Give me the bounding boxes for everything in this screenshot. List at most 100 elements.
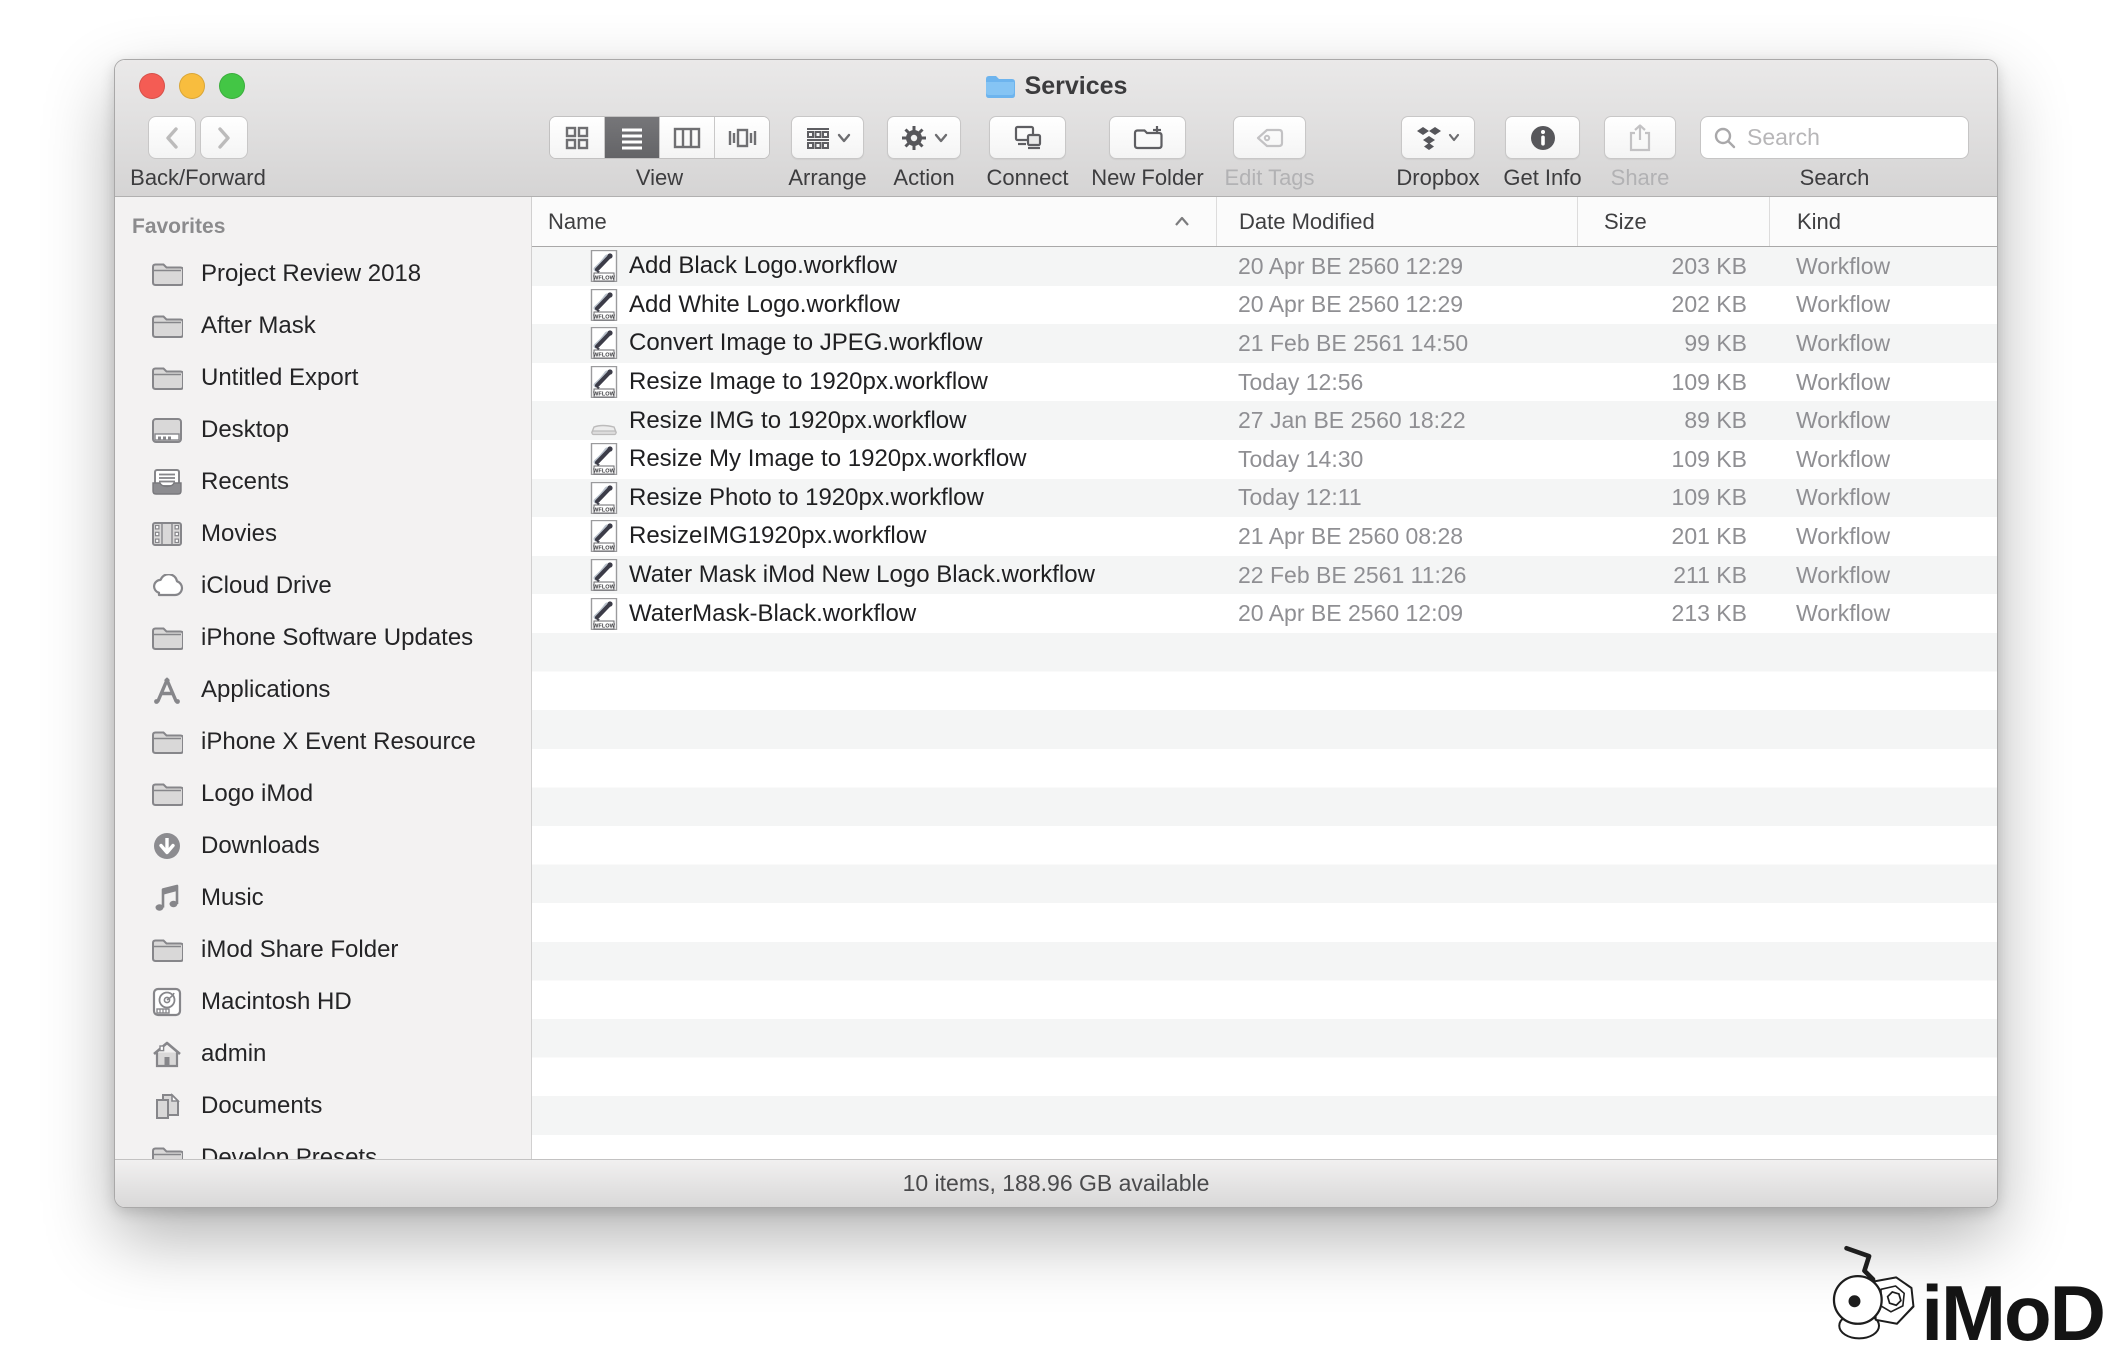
coverflow-view-button[interactable]	[714, 117, 769, 158]
sidebar-item[interactable]: Applications	[115, 664, 531, 716]
back-button[interactable]	[148, 116, 196, 159]
imod-mascot-icon	[1828, 1212, 1927, 1364]
get-info-control: Get Info	[1505, 116, 1580, 159]
sidebar-item[interactable]: After Mask	[115, 300, 531, 352]
file-size: 213 KB	[1577, 600, 1769, 627]
sidebar-item[interactable]: Documents	[115, 1080, 531, 1132]
file-row[interactable]: WFLOWResize My Image to 1920px.workflowT…	[532, 440, 1997, 479]
sidebar-item-label: iPhone Software Updates	[201, 624, 473, 652]
edit-tags-button[interactable]	[1233, 116, 1306, 159]
sidebar-item-label: Recents	[201, 468, 289, 496]
flat-document-icon	[590, 405, 618, 437]
documents-icon	[149, 1089, 185, 1123]
column-header-name[interactable]: Name	[532, 197, 1216, 246]
file-kind: Workflow	[1769, 253, 1997, 280]
file-kind: Workflow	[1769, 484, 1997, 511]
icloud-icon	[149, 569, 185, 603]
finder-window: Services Back/Forward	[114, 59, 1998, 1208]
sidebar-item[interactable]: admin	[115, 1028, 531, 1080]
sidebar-item[interactable]: Desktop	[115, 404, 531, 456]
folder-icon	[149, 777, 185, 811]
svg-text:WFLOW: WFLOW	[593, 546, 615, 552]
sidebar-item[interactable]: Downloads	[115, 820, 531, 872]
file-row[interactable]: WFLOWConvert Image to JPEG.workflow21 Fe…	[532, 324, 1997, 363]
home-icon	[149, 1037, 185, 1071]
imod-logo-text: iMoD	[1921, 1274, 2104, 1352]
file-row[interactable]: Resize IMG to 1920px.workflow27 Jan BE 2…	[532, 401, 1997, 440]
file-name: Resize Image to 1920px.workflow	[629, 368, 988, 396]
desktop-icon	[149, 413, 185, 447]
sidebar-item[interactable]: Logo iMod	[115, 768, 531, 820]
file-size: 109 KB	[1577, 446, 1769, 473]
sidebar-item-label: Music	[201, 884, 264, 912]
window-chrome[interactable]: Services Back/Forward	[115, 60, 1997, 197]
arrange-button[interactable]	[791, 116, 864, 159]
file-row[interactable]: WFLOWWater Mask iMod New Logo Black.work…	[532, 556, 1997, 595]
file-size: 99 KB	[1577, 330, 1769, 357]
workflow-file-icon: WFLOW	[590, 598, 618, 630]
folder-icon	[149, 1141, 185, 1159]
sidebar-item[interactable]: Recents	[115, 456, 531, 508]
file-row[interactable]: WFLOWAdd Black Logo.workflow20 Apr BE 25…	[532, 247, 1997, 286]
column-view-button[interactable]	[659, 117, 714, 158]
forward-button[interactable]	[200, 116, 248, 159]
sidebar-item[interactable]: Untitled Export	[115, 352, 531, 404]
chevron-left-icon	[163, 126, 181, 150]
sidebar-item[interactable]: iPhone Software Updates	[115, 612, 531, 664]
svg-text:WFLOW: WFLOW	[593, 469, 615, 475]
file-kind: Workflow	[1769, 407, 1997, 434]
search-input[interactable]	[1745, 123, 1956, 152]
file-row[interactable]: WFLOWResize Image to 1920px.workflowToda…	[532, 363, 1997, 402]
file-rows: WFLOW Add Black Logo.workflow 20 Apr BE 25…	[532, 247, 1997, 1159]
file-row[interactable]: WFLOWResize Photo to 1920px.workflowToda…	[532, 479, 1997, 518]
connect-button[interactable]	[989, 116, 1066, 159]
get-info-button[interactable]	[1505, 116, 1580, 159]
action-label: Action	[893, 165, 954, 191]
gear-icon	[900, 124, 928, 152]
dropbox-button[interactable]	[1401, 116, 1475, 159]
file-size: 211 KB	[1577, 562, 1769, 589]
file-name: Resize Photo to 1920px.workflow	[629, 484, 984, 512]
connect-label: Connect	[987, 165, 1069, 191]
downloads-icon	[149, 829, 185, 863]
svg-text:WFLOW: WFLOW	[593, 353, 615, 359]
arrange-control: Arrange	[791, 116, 864, 159]
share-button[interactable]	[1604, 116, 1676, 159]
sidebar-item[interactable]: Develop Presets	[115, 1132, 531, 1159]
window-title-text: Services	[1025, 72, 1128, 101]
search-icon	[1713, 126, 1737, 150]
new-folder-button[interactable]	[1109, 116, 1186, 159]
file-row[interactable]: WFLOWAdd White Logo.workflow20 Apr BE 25…	[532, 286, 1997, 325]
list-header: Name Date Modified Size Kind	[532, 197, 1997, 247]
arrange-icon	[805, 126, 831, 150]
sidebar-item[interactable]: Project Review 2018	[115, 248, 531, 300]
icon-view-button[interactable]	[550, 117, 604, 158]
sidebar-item[interactable]: iPhone X Event Resource	[115, 716, 531, 768]
list-view-button[interactable]	[604, 117, 659, 158]
action-button[interactable]	[887, 116, 961, 159]
window-title: Services	[115, 70, 1997, 102]
column-header-date-modified[interactable]: Date Modified	[1216, 197, 1577, 246]
svg-text:WFLOW: WFLOW	[593, 276, 615, 282]
sidebar-item[interactable]: iCloud Drive	[115, 560, 531, 612]
column-header-size[interactable]: Size	[1577, 197, 1769, 246]
music-icon	[149, 881, 185, 915]
folder-icon	[149, 725, 185, 759]
info-icon	[1529, 124, 1557, 152]
sidebar-item[interactable]: Movies	[115, 508, 531, 560]
sidebar-item[interactable]: iMod Share Folder	[115, 924, 531, 976]
file-row[interactable]: WFLOWWaterMask-Black.workflow20 Apr BE 2…	[532, 594, 1997, 633]
sidebar-item[interactable]: Macintosh HD	[115, 976, 531, 1028]
sidebar-item-label: Downloads	[201, 832, 320, 860]
file-row[interactable]: WFLOWResizeIMG1920px.workflow21 Apr BE 2…	[532, 517, 1997, 556]
sidebar-item-label: Movies	[201, 520, 277, 548]
sidebar-item-label: Untitled Export	[201, 364, 358, 392]
file-name-cell: WFLOWWater Mask iMod New Logo Black.work…	[532, 559, 1216, 591]
edit-tags-label: Edit Tags	[1224, 165, 1314, 191]
column-header-kind[interactable]: Kind	[1769, 197, 1997, 246]
chevron-down-icon	[837, 133, 851, 143]
sidebar-item[interactable]: Music	[115, 872, 531, 924]
svg-text:WFLOW: WFLOW	[593, 391, 615, 397]
file-date-modified: 20 Apr BE 2560 12:29	[1216, 291, 1577, 318]
file-name: Add Black Logo.workflow	[629, 252, 897, 280]
